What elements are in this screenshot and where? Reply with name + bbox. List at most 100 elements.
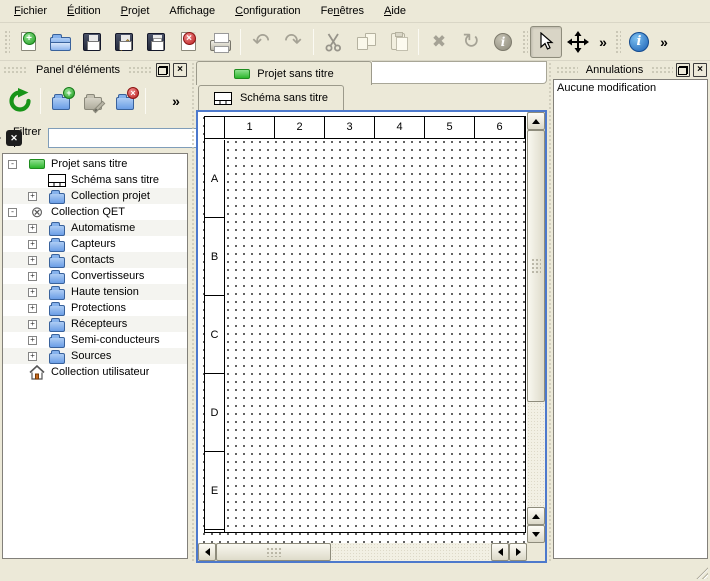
close-panel-button[interactable]: ×	[693, 63, 707, 77]
scroll-down-button[interactable]	[527, 525, 545, 543]
save-as-button[interactable]	[108, 26, 140, 58]
schema-icon	[214, 92, 232, 105]
toolbar-overflow-button[interactable]: »	[655, 26, 673, 58]
tree-item-recepteurs[interactable]: +Récepteurs	[3, 316, 187, 332]
scroll-up-button[interactable]	[527, 112, 545, 130]
horizontal-scroll-thumb[interactable]	[216, 543, 331, 561]
tab-schema-sans-titre[interactable]: Schéma sans titre	[198, 85, 344, 110]
expand-icon[interactable]: +	[28, 192, 37, 201]
paste-button[interactable]	[382, 26, 414, 58]
save-all-button[interactable]	[140, 26, 172, 58]
expand-icon[interactable]: +	[28, 352, 37, 361]
folder-icon	[48, 253, 66, 268]
float-panel-button[interactable]	[676, 63, 690, 77]
new-category-button[interactable]: +	[45, 85, 77, 117]
help-information-button[interactable]: i	[623, 26, 655, 58]
tree-item-convertisseurs[interactable]: +Convertisseurs	[3, 268, 187, 284]
expand-icon[interactable]: +	[28, 224, 37, 233]
toolbar-separator	[418, 29, 419, 55]
undo-icon: ↶	[252, 31, 270, 52]
close-document-button[interactable]: ×	[172, 26, 204, 58]
close-icon: ×	[177, 65, 183, 75]
tree-item-protections[interactable]: +Protections	[3, 300, 187, 316]
tree-item-collection-utilisateur[interactable]: Collection utilisateur	[3, 364, 187, 380]
undo-button[interactable]: ↶	[245, 26, 277, 58]
filter-input[interactable]	[48, 128, 198, 148]
tree-item-capteurs[interactable]: +Capteurs	[3, 236, 187, 252]
status-bar	[0, 563, 710, 581]
arrow-down-icon	[532, 532, 540, 541]
tree-item-automatisme[interactable]: +Automatisme	[3, 220, 187, 236]
folder-icon	[48, 237, 66, 252]
expand-icon[interactable]: +	[28, 272, 37, 281]
cut-button[interactable]	[318, 26, 350, 58]
new-document-button[interactable]: +	[12, 26, 44, 58]
project-icon	[234, 69, 250, 79]
expand-icon[interactable]: +	[28, 288, 37, 297]
tree-item-semi-conducteurs[interactable]: +Semi-conducteurs	[3, 332, 187, 348]
menu-edition[interactable]: Édition	[57, 2, 111, 20]
move-icon	[567, 31, 589, 53]
toolbar-grip[interactable]	[521, 29, 528, 55]
tree-item-project[interactable]: -Projet sans titre	[3, 156, 187, 172]
edit-category-button[interactable]	[77, 85, 109, 117]
information-button[interactable]: i	[487, 26, 519, 58]
tree-item-contacts[interactable]: +Contacts	[3, 252, 187, 268]
menu-affichage[interactable]: Affichage	[159, 2, 225, 20]
resize-grip[interactable]	[695, 566, 708, 579]
delete-icon: ✖	[432, 33, 446, 50]
float-panel-button[interactable]	[156, 63, 170, 77]
vertical-scroll-track[interactable]	[527, 402, 545, 507]
menu-aide[interactable]: Aide	[374, 2, 416, 20]
vertical-scroll-thumb[interactable]	[527, 130, 545, 402]
menu-configuration[interactable]: Configuration	[225, 2, 310, 20]
tree-item-collection-projet[interactable]: +Collection projet	[3, 188, 187, 204]
close-panel-button[interactable]: ×	[173, 63, 187, 77]
copy-icon	[357, 33, 376, 50]
reload-collections-button[interactable]	[4, 85, 36, 117]
redo-icon: ↷	[284, 31, 302, 52]
tree-item-haute-tension[interactable]: +Haute tension	[3, 284, 187, 300]
toolbar-overflow-button[interactable]: »	[594, 26, 612, 58]
toolbar-separator	[313, 29, 314, 55]
collapse-icon[interactable]: -	[8, 160, 17, 169]
menu-bar: Fichier Édition Projet Affichage Configu…	[0, 0, 710, 23]
overflow-icon: »	[660, 34, 668, 50]
elements-overflow-button[interactable]: »	[166, 85, 186, 117]
toolbar-grip[interactable]	[3, 29, 10, 55]
tree-item-schema[interactable]: Schéma sans titre	[3, 172, 187, 188]
arrow-right-icon	[516, 548, 525, 556]
menu-fenetres[interactable]: Fenêtres	[311, 2, 374, 20]
rotate-button[interactable]: ↻	[455, 26, 487, 58]
save-button[interactable]	[76, 26, 108, 58]
move-mode-button[interactable]	[562, 26, 594, 58]
print-button[interactable]	[204, 26, 236, 58]
collapse-icon[interactable]: -	[8, 208, 17, 217]
open-document-button[interactable]	[44, 26, 76, 58]
scroll-left-button-2[interactable]	[491, 543, 509, 561]
schema-canvas[interactable]: 1 2 3 4 5 6 A B C D E	[198, 112, 527, 543]
tab-projet-sans-titre[interactable]: Projet sans titre	[196, 61, 372, 85]
tree-item-sources[interactable]: +Sources	[3, 348, 187, 364]
redo-button[interactable]: ↷	[277, 26, 309, 58]
copy-button[interactable]	[350, 26, 382, 58]
scroll-left-button[interactable]	[198, 543, 216, 561]
scroll-up-button-2[interactable]	[527, 507, 545, 525]
horizontal-scroll-track[interactable]	[331, 543, 491, 561]
menu-fichier[interactable]: Fichier	[4, 2, 57, 20]
menu-projet[interactable]: Projet	[111, 2, 160, 20]
expand-icon[interactable]: +	[28, 240, 37, 249]
selection-mode-button[interactable]	[530, 26, 562, 58]
expand-icon[interactable]: +	[28, 256, 37, 265]
expand-icon[interactable]: +	[28, 320, 37, 329]
tree-item-collection-qet[interactable]: -⊗Collection QET	[3, 204, 187, 220]
expand-icon[interactable]: +	[28, 304, 37, 313]
expand-icon[interactable]: +	[28, 336, 37, 345]
undo-list-item[interactable]: Aucune modification	[557, 81, 704, 97]
toolbar-grip[interactable]	[614, 29, 621, 55]
scroll-right-button[interactable]	[509, 543, 527, 561]
application-window: Fichier Édition Projet Affichage Configu…	[0, 0, 710, 581]
delete-category-button[interactable]: ×	[109, 85, 141, 117]
delete-button[interactable]: ✖	[423, 26, 455, 58]
row-label: E	[205, 452, 224, 530]
